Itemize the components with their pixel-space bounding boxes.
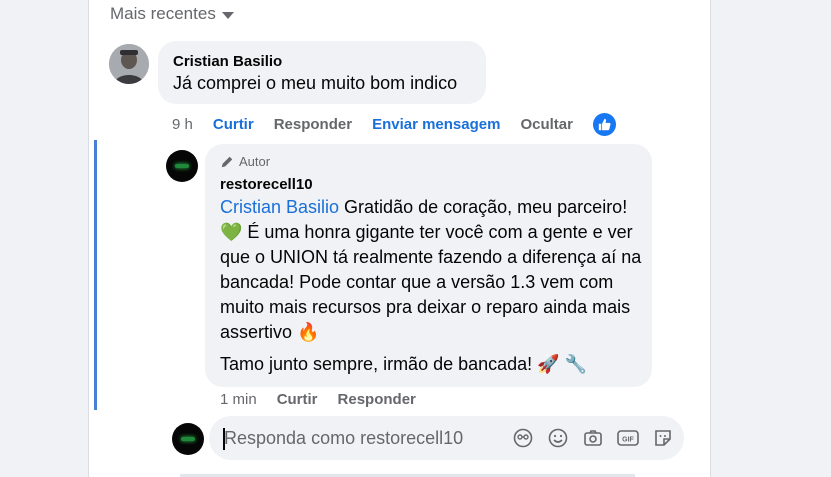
reply-button[interactable]: Responder bbox=[274, 116, 352, 133]
comment-author[interactable]: Cristian Basilio bbox=[173, 53, 282, 70]
sort-dropdown[interactable]: Mais recentes bbox=[110, 4, 234, 24]
author-avatar[interactable] bbox=[166, 150, 198, 182]
reply-input[interactable] bbox=[224, 426, 484, 450]
like-button[interactable]: Curtir bbox=[213, 116, 254, 133]
reply-actions: 1 min Curtir Responder bbox=[220, 391, 436, 408]
comment-actions: 9 h Curtir Responder Enviar mensagem Ocu… bbox=[172, 113, 616, 136]
send-message-button[interactable]: Enviar mensagem bbox=[372, 116, 500, 133]
thumbs-up-icon[interactable] bbox=[592, 113, 616, 136]
comment-time[interactable]: 9 h bbox=[172, 116, 193, 133]
author-badge: Autor bbox=[220, 154, 270, 169]
pencil-icon bbox=[221, 156, 233, 167]
hide-button[interactable]: Ocultar bbox=[520, 116, 573, 133]
reply-like-button[interactable]: Curtir bbox=[277, 391, 318, 408]
avatar-icon bbox=[175, 164, 189, 168]
avatar-icon bbox=[181, 437, 195, 441]
reply-text-second: Tamo junto sempre, irmão de bancada! 🚀 🔧 bbox=[220, 354, 587, 374]
reply-text-body: Gratidão de coração, meu parceiro! 💚 É u… bbox=[220, 197, 642, 342]
reply-author[interactable]: restorecell10 bbox=[220, 176, 313, 193]
composer-tools: GIF bbox=[512, 427, 674, 449]
gif-icon[interactable]: GIF bbox=[617, 427, 639, 449]
chevron-down-icon bbox=[221, 12, 234, 19]
comment-text: Já comprei o meu muito bom indico bbox=[173, 73, 458, 93]
svg-text:GIF: GIF bbox=[622, 437, 634, 444]
avatar-icon[interactable] bbox=[512, 427, 534, 449]
reply-reply-button[interactable]: Responder bbox=[338, 391, 416, 408]
sticker-icon[interactable] bbox=[652, 427, 674, 449]
comment-bubble: Cristian Basilio Já comprei o meu muito … bbox=[158, 41, 486, 104]
composer-avatar[interactable] bbox=[172, 423, 204, 455]
emoji-icon[interactable] bbox=[547, 427, 569, 449]
commenter-avatar[interactable] bbox=[109, 44, 149, 84]
mention-link[interactable]: Cristian Basilio bbox=[220, 197, 339, 217]
camera-icon[interactable] bbox=[582, 427, 604, 449]
reply-bubble: Autor restorecell10 Cristian Basilio Gra… bbox=[205, 144, 652, 387]
reply-composer[interactable]: GIF bbox=[209, 416, 684, 460]
reply-text: Cristian Basilio Gratidão de coração, me… bbox=[220, 195, 645, 345]
author-badge-label: Autor bbox=[239, 154, 271, 169]
thread-line bbox=[94, 140, 97, 410]
sort-label: Mais recentes bbox=[110, 4, 216, 23]
reply-time[interactable]: 1 min bbox=[220, 391, 257, 408]
